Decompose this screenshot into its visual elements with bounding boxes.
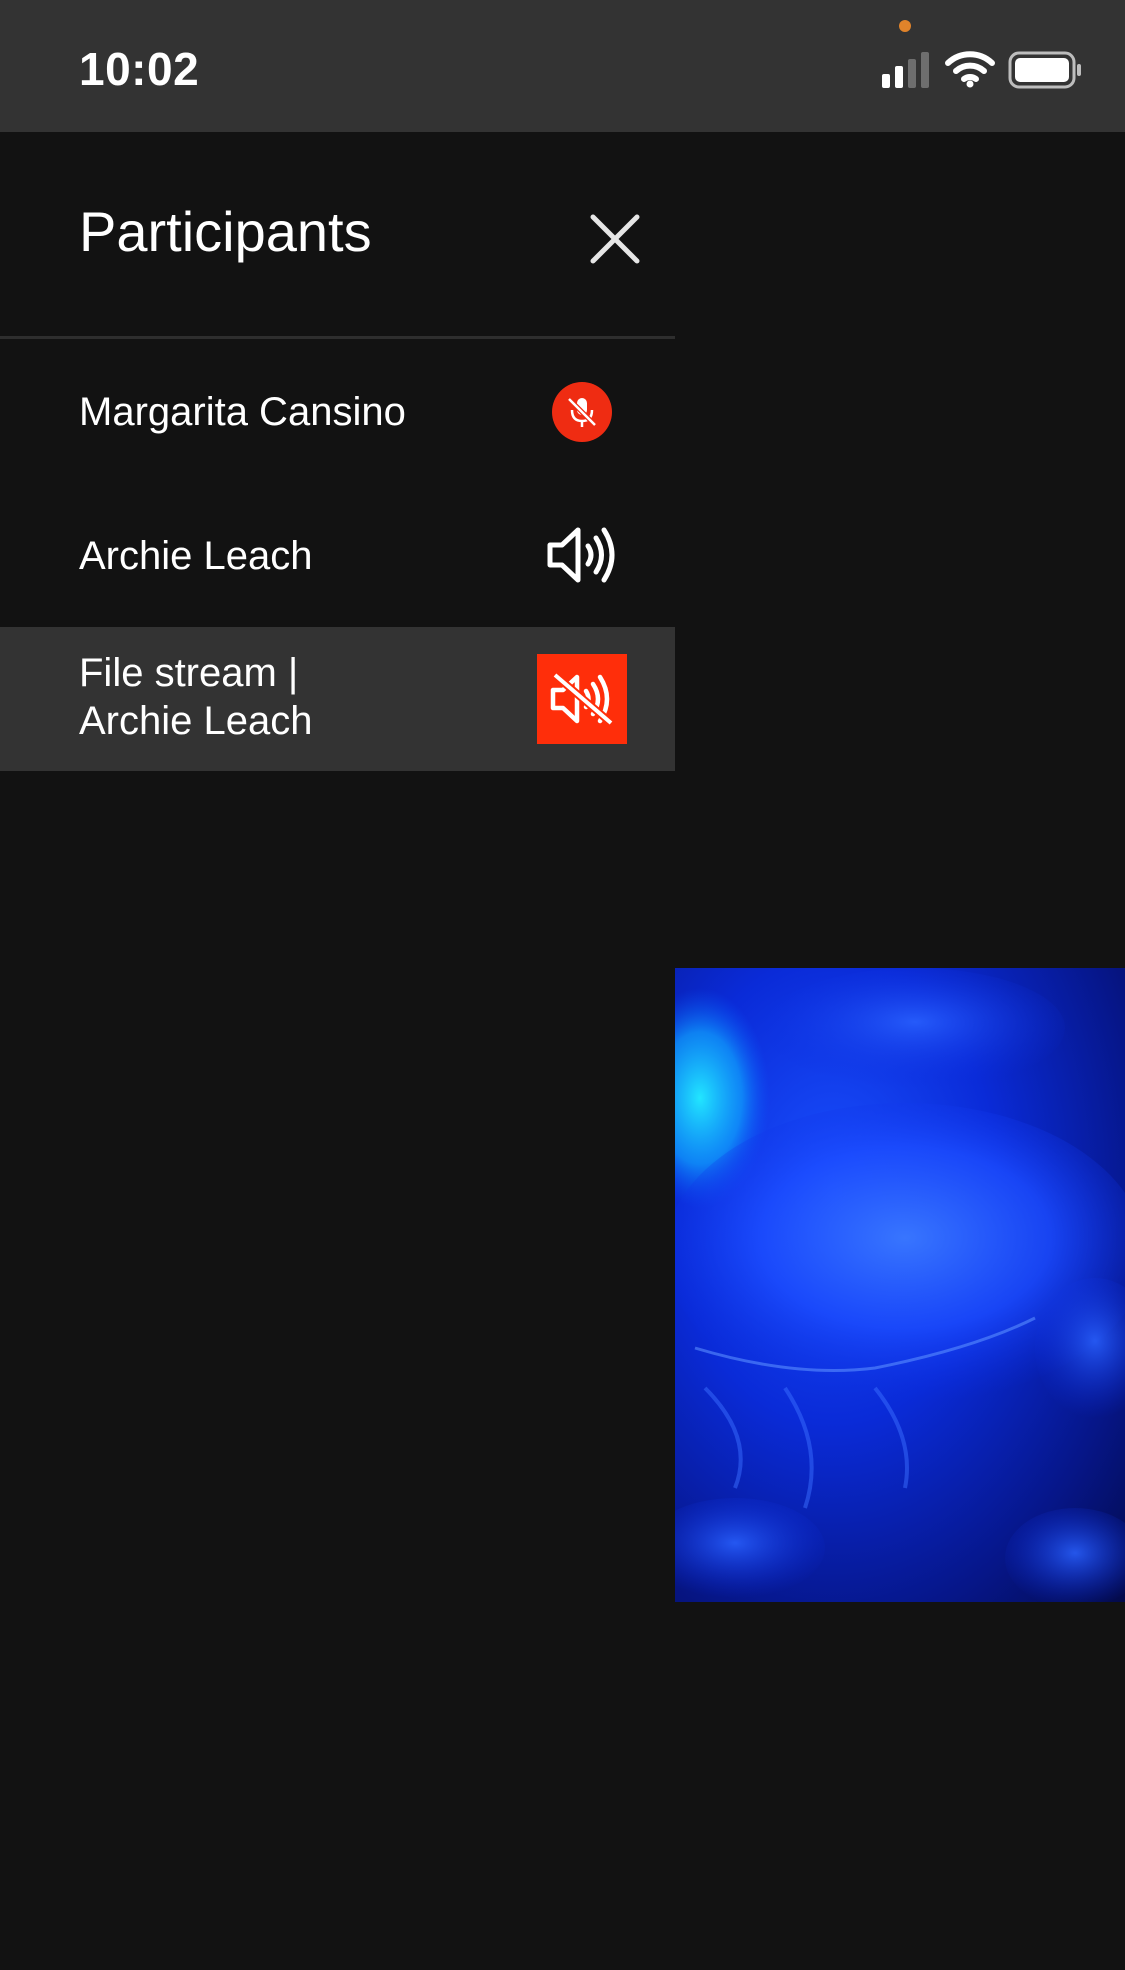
participant-name-line1: File stream | xyxy=(79,651,299,695)
close-button[interactable] xyxy=(578,202,652,276)
cellular-signal-icon xyxy=(882,52,929,88)
participant-row[interactable]: Margarita Cansino xyxy=(0,339,675,483)
status-time: 10:02 xyxy=(79,43,200,95)
speaker-icon[interactable] xyxy=(544,520,620,590)
speaker-muted-icon[interactable] xyxy=(537,654,627,744)
participants-panel: Participants Margarita Cansino Archie Le… xyxy=(0,132,675,772)
battery-icon xyxy=(1008,51,1081,89)
microphone-muted-icon[interactable] xyxy=(552,382,612,442)
participant-name-line2: Archie Leach xyxy=(79,699,313,743)
participant-name: Archie Leach xyxy=(79,534,313,578)
jellyfish-video-frame xyxy=(675,968,1125,1602)
participant-row[interactable]: Archie Leach xyxy=(0,483,675,627)
panel-title: Participants xyxy=(79,200,372,263)
privacy-indicator-dot xyxy=(899,20,911,32)
status-bar: 10:02 xyxy=(0,0,1125,132)
wifi-icon xyxy=(945,51,995,88)
close-icon xyxy=(590,214,640,264)
participant-row[interactable]: File stream | Archie Leach xyxy=(0,627,675,771)
participant-name: Margarita Cansino xyxy=(79,390,406,434)
video-stream-tile[interactable] xyxy=(675,968,1125,1602)
participant-name: File stream | Archie Leach xyxy=(79,649,312,745)
